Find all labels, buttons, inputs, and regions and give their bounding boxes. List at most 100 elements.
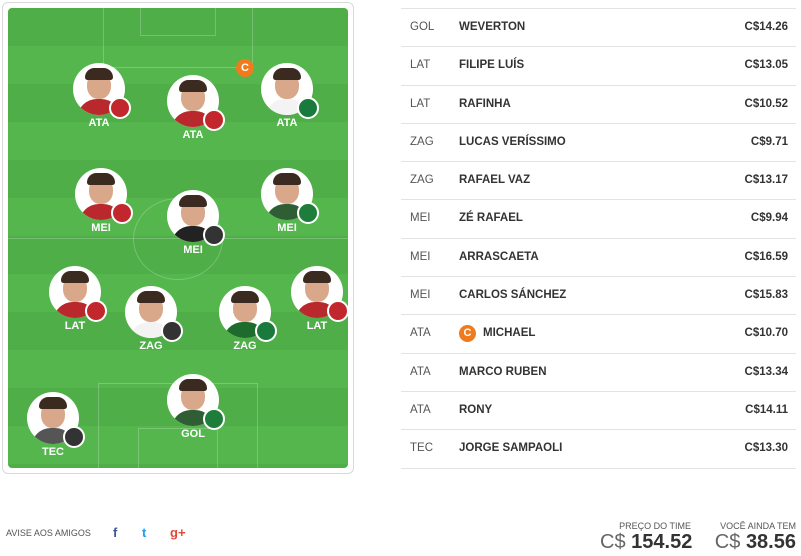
remaining-budget: VOCÊ AINDA TEM C$ 38.56 <box>710 521 796 554</box>
lineup-row[interactable]: ZAG LUCAS VERÍSSIMO C$9.71 <box>401 124 796 163</box>
lineup-row[interactable]: ATA C MICHAEL C$10.70 <box>401 315 796 354</box>
soccer-field: ATA ATA ATA C MEI MEI MEI LAT ZAG ZAG LAT GOL TEC <box>8 8 348 468</box>
player-position: MEI <box>277 222 297 234</box>
field-player[interactable]: LAT <box>278 266 348 376</box>
field-player[interactable]: ATA <box>60 63 140 173</box>
lineup-row[interactable]: TEC JORGE SAMPAOLI C$13.30 <box>401 430 796 469</box>
row-position: MEI <box>410 212 431 225</box>
field-player[interactable]: MEI <box>248 168 328 278</box>
club-crest-icon <box>297 97 319 119</box>
row-position: ATA <box>410 327 431 340</box>
club-crest-icon <box>109 97 131 119</box>
row-price: C$10.52 <box>744 97 788 110</box>
row-player-name: RONY <box>459 403 493 416</box>
player-position: MEI <box>91 222 111 234</box>
player-position: TEC <box>42 446 64 458</box>
row-position: ZAG <box>410 135 434 148</box>
row-price: C$10.70 <box>744 327 788 340</box>
field-player[interactable]: MEI <box>154 190 234 300</box>
player-hair <box>87 173 115 185</box>
row-price: C$16.59 <box>744 250 788 263</box>
row-price: C$13.17 <box>744 174 788 187</box>
player-hair <box>85 68 113 80</box>
lineup-row[interactable]: LAT FILIPE LUÍS C$13.05 <box>401 47 796 86</box>
player-position: ATA <box>88 117 110 129</box>
player-position: ZAG <box>139 340 163 352</box>
facebook-icon[interactable]: f <box>113 525 117 540</box>
club-crest-icon <box>203 408 225 430</box>
player-position: LAT <box>306 320 328 332</box>
row-player-name: FILIPE LUÍS <box>459 59 525 72</box>
club-crest-icon <box>297 202 319 224</box>
team-price-value-line: C$ 154.52 <box>600 531 693 554</box>
lineup-row[interactable]: LAT RAFINHA C$10.52 <box>401 86 796 124</box>
club-crest-icon <box>203 109 225 131</box>
player-position: ZAG <box>233 340 257 352</box>
player-hair <box>231 291 259 303</box>
player-hair <box>39 397 67 409</box>
club-crest-icon <box>111 202 133 224</box>
lineup-row[interactable]: MEI ARRASCAETA C$16.59 <box>401 239 796 278</box>
player-hair <box>303 271 331 283</box>
row-price: C$9.94 <box>750 212 788 225</box>
field-player[interactable]: MEI <box>62 168 142 278</box>
row-position: MEI <box>410 289 431 302</box>
field-player[interactable]: ATA <box>154 75 234 185</box>
lineup-row[interactable]: ATA RONY C$14.11 <box>401 392 796 431</box>
club-crest-icon <box>85 300 107 322</box>
row-position: ZAG <box>410 174 434 187</box>
row-player-name: ARRASCAETA <box>459 250 539 263</box>
row-position: GOL <box>410 21 435 33</box>
row-player-name: MARCO RUBEN <box>459 365 547 378</box>
team-price-value: 154.52 <box>631 531 693 553</box>
remaining-value: 38.56 <box>745 531 796 553</box>
lineup-row[interactable]: ATA MARCO RUBEN C$13.34 <box>401 354 796 392</box>
captain-badge-icon: C <box>459 325 476 343</box>
row-price: C$14.11 <box>745 403 788 416</box>
club-crest-icon <box>327 300 348 322</box>
team-price-label: PREÇO DO TIME <box>619 521 691 531</box>
row-price: C$9.71 <box>750 135 788 148</box>
player-hair <box>179 379 207 391</box>
row-position: ATA <box>410 365 431 378</box>
player-hair <box>61 271 89 283</box>
row-price: C$15.83 <box>744 289 788 302</box>
row-player-name: LUCAS VERÍSSIMO <box>459 135 566 148</box>
remaining-value-line: C$ 38.56 <box>710 531 796 554</box>
row-player-name: WEVERTON <box>459 21 526 33</box>
row-price: C$13.05 <box>744 59 788 72</box>
field-player[interactable]: ATA C <box>236 59 328 173</box>
remaining-currency: C$ <box>714 531 741 553</box>
club-crest-icon <box>255 320 277 342</box>
player-hair <box>273 68 301 80</box>
player-position: LAT <box>64 320 86 332</box>
field-top-small-area <box>140 8 216 36</box>
row-position: LAT <box>410 59 431 72</box>
player-position: ATA <box>182 129 204 141</box>
row-position: LAT <box>410 97 431 110</box>
player-position: ATA <box>276 117 298 129</box>
lineup-row[interactable]: MEI ZÉ RAFAEL C$9.94 <box>401 200 796 239</box>
lineup-row[interactable]: MEI CARLOS SÁNCHEZ C$15.83 <box>401 277 796 316</box>
row-player-name: RAFAEL VAZ <box>459 174 531 187</box>
team-price-currency: C$ <box>600 531 626 553</box>
field-player[interactable]: TEC <box>14 392 94 468</box>
field-panel: ATA ATA ATA C MEI MEI MEI LAT ZAG ZAG LAT GOL TEC <box>2 2 354 474</box>
row-price: C$13.34 <box>744 365 788 378</box>
lineup-row[interactable]: GOL WEVERTON C$14.26 <box>401 9 796 48</box>
twitter-icon[interactable]: t <box>142 525 146 540</box>
google-plus-icon[interactable]: g+ <box>170 525 186 540</box>
player-hair <box>179 195 207 207</box>
player-hair <box>179 80 207 92</box>
row-player-name: ZÉ RAFAEL <box>459 212 523 225</box>
row-price: C$14.26 <box>744 21 788 33</box>
player-hair <box>137 291 165 303</box>
row-player-name: RAFINHA <box>459 97 511 110</box>
field-player[interactable]: GOL <box>154 374 234 468</box>
field-player[interactable]: LAT <box>36 266 116 376</box>
row-player-name: JORGE SAMPAOLI <box>459 442 563 455</box>
lineup-table: GOL WEVERTON C$14.26 LAT FILIPE LUÍS C$13.05 L… <box>401 8 796 469</box>
player-position: MEI <box>183 244 203 256</box>
share-label: AVISE AOS AMIGOS <box>6 528 91 538</box>
lineup-row[interactable]: ZAG RAFAEL VAZ C$13.17 <box>401 162 796 201</box>
